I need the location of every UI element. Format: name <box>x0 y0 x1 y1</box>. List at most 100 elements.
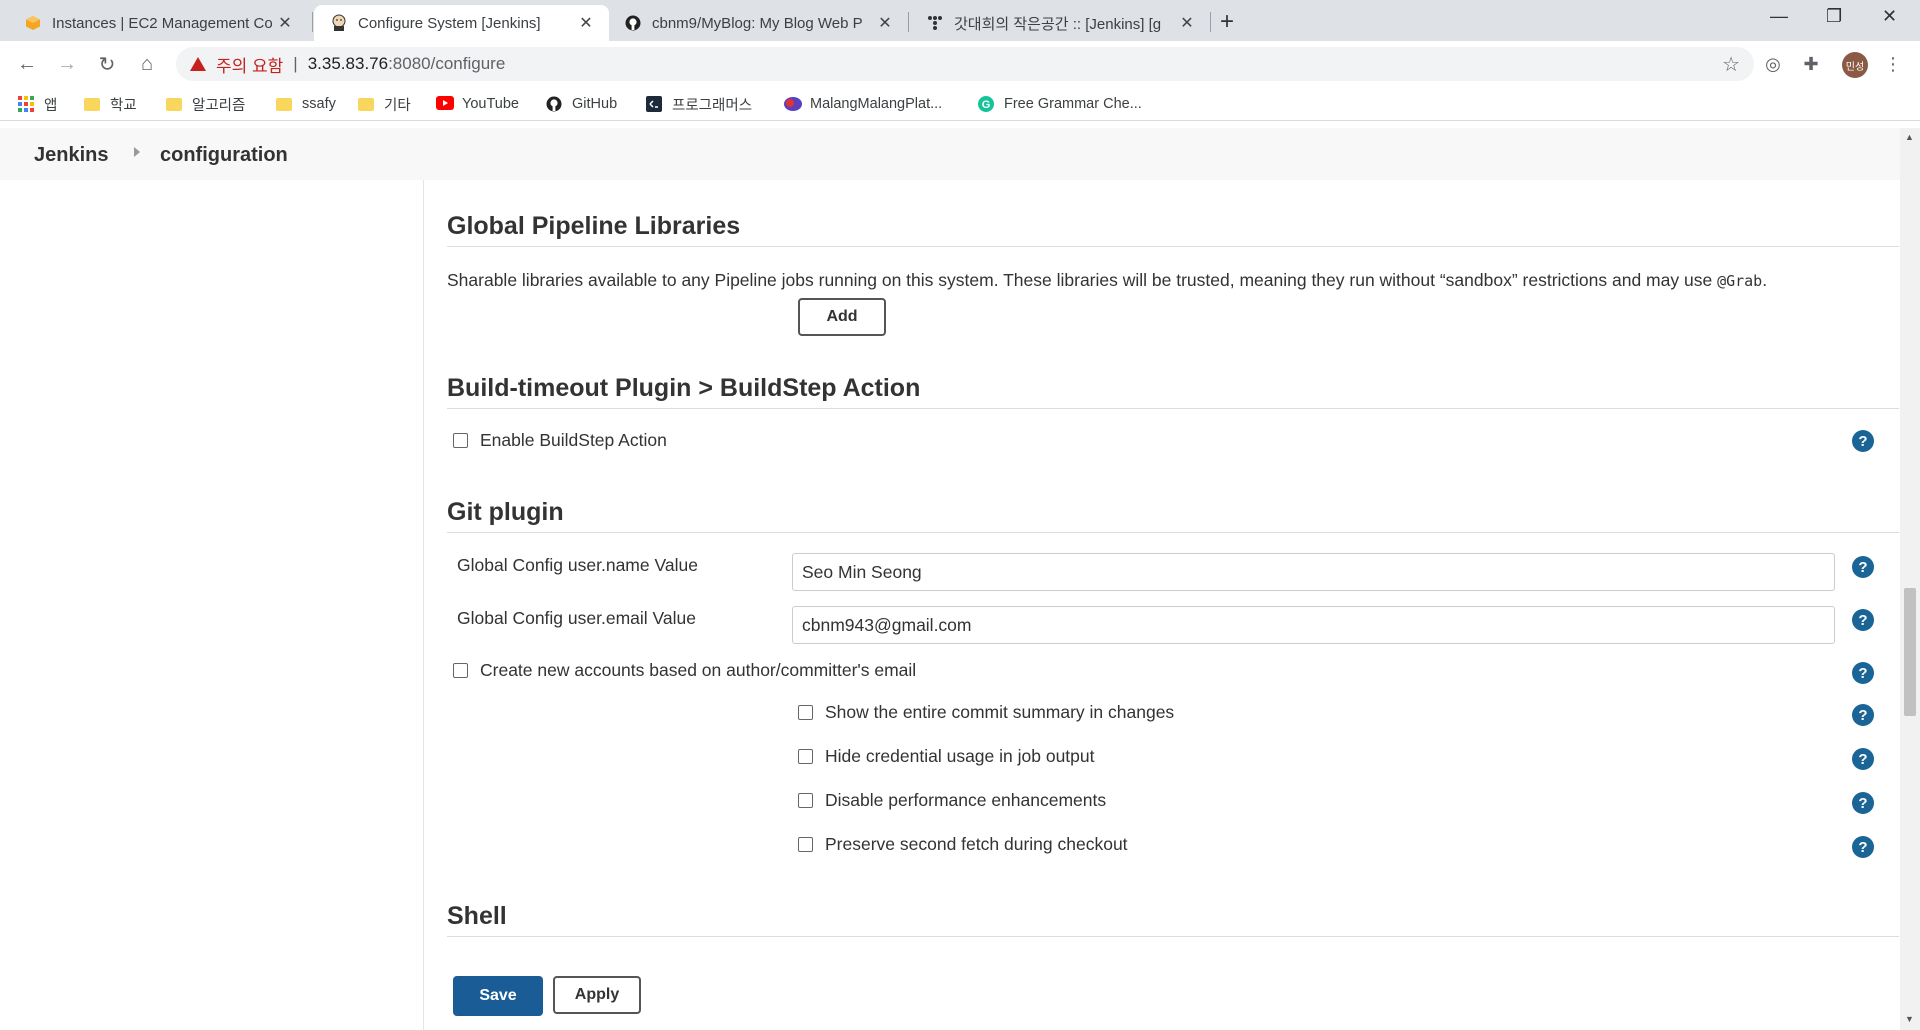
bookmark-grammarly[interactable]: G Free Grammar Che... <box>978 93 1142 115</box>
section-divider <box>447 532 1899 533</box>
page-scrollbar[interactable]: ▲ ▼ <box>1900 128 1920 1030</box>
create-accounts-option[interactable]: Create new accounts based on author/comm… <box>453 660 916 681</box>
help-icon[interactable]: ? <box>1852 792 1874 814</box>
show-commit-summary-option[interactable]: Show the entire commit summary in change… <box>798 702 1174 723</box>
section-divider <box>447 408 1899 409</box>
tab-ec2-instances[interactable]: Instances | EC2 Management Co ✕ <box>8 5 308 41</box>
disable-performance-checkbox[interactable] <box>798 793 813 808</box>
tab-blog-jenkins[interactable]: 갓대희의 작은공간 :: [Jenkins] [g ✕ <box>910 5 1210 41</box>
warning-icon <box>190 57 206 71</box>
git-username-label: Global Config user.name Value <box>457 555 698 575</box>
apply-button[interactable]: Apply <box>553 976 641 1014</box>
show-commit-summary-checkbox[interactable] <box>798 705 813 720</box>
git-email-field[interactable]: cbnm943@gmail.com <box>792 606 1835 644</box>
section-title-git-plugin: Git plugin <box>447 498 564 526</box>
close-icon[interactable]: ✕ <box>876 13 894 33</box>
grab-code: @Grab <box>1717 272 1763 290</box>
section-divider <box>447 246 1899 247</box>
scrollbar-thumb[interactable] <box>1904 588 1916 716</box>
section-divider <box>447 936 1899 937</box>
hide-credential-checkbox[interactable] <box>798 749 813 764</box>
tab-divider <box>1210 12 1211 32</box>
help-icon[interactable]: ? <box>1852 704 1874 726</box>
close-icon[interactable]: ✕ <box>1178 13 1196 33</box>
save-button[interactable]: Save <box>453 976 543 1016</box>
new-tab-button[interactable]: + <box>1220 8 1234 36</box>
enable-buildstep-action[interactable]: Enable BuildStep Action <box>453 430 667 451</box>
github-icon <box>624 14 642 32</box>
breadcrumb-jenkins[interactable]: Jenkins <box>34 144 108 167</box>
tab-divider <box>312 12 313 32</box>
bookmarks-bar: 앱 학교 알고리즘 ssafy 기타 YouTube GitHub 프로그래머스 <box>0 87 1920 121</box>
extension-icon[interactable]: ◎ <box>1762 53 1784 75</box>
forward-button[interactable]: → <box>52 49 82 79</box>
description-text: Sharable libraries available to any Pipe… <box>447 270 1718 290</box>
help-icon[interactable]: ? <box>1852 609 1874 631</box>
bookmark-label: YouTube <box>462 96 519 112</box>
bookmark-label: 학교 <box>110 97 137 114</box>
bookmark-programmers[interactable]: 프로그래머스 <box>646 93 752 115</box>
bookmark-youtube[interactable]: YouTube <box>436 93 519 115</box>
tab-github-myblog[interactable]: cbnm9/MyBlog: My Blog Web P ✕ <box>608 5 908 41</box>
preserve-fetch-option[interactable]: Preserve second fetch during checkout <box>798 834 1128 855</box>
security-warning[interactable]: 주의 요함 <box>216 52 283 77</box>
folder-icon <box>276 97 292 111</box>
preserve-fetch-checkbox[interactable] <box>798 837 813 852</box>
bookmark-school[interactable]: 학교 <box>84 93 137 115</box>
tab-configure-system[interactable]: Configure System [Jenkins] ✕ <box>314 5 609 41</box>
checkbox-label: Preserve second fetch during checkout <box>825 834 1128 854</box>
grammarly-icon: G <box>978 96 994 112</box>
url-host: 3.35.83.76 <box>307 54 389 73</box>
window-close-button[interactable]: ✕ <box>1882 6 1897 27</box>
bookmark-malang[interactable]: MalangMalangPlat... <box>784 93 942 115</box>
address-bar[interactable]: 주의 요함 | 3.35.83.76:8080/configure ☆ <box>176 47 1754 81</box>
disable-performance-option[interactable]: Disable performance enhancements <box>798 790 1106 811</box>
minimize-button[interactable]: — <box>1770 6 1788 27</box>
puzzle-icon[interactable]: ✚ <box>1800 53 1822 75</box>
scroll-down-arrow-icon[interactable]: ▼ <box>1905 1014 1914 1024</box>
home-button[interactable]: ⌂ <box>132 49 162 79</box>
reload-button[interactable]: ↻ <box>92 49 122 79</box>
avatar[interactable]: 민성 <box>1842 52 1868 78</box>
create-accounts-checkbox[interactable] <box>453 663 468 678</box>
bookmark-label: 프로그래머스 <box>672 97 753 114</box>
git-username-field[interactable]: Seo Min Seong <box>792 553 1835 591</box>
scroll-up-arrow-icon[interactable]: ▲ <box>1905 132 1914 142</box>
malang-icon <box>784 96 802 112</box>
section-title-shell: Shell <box>447 902 507 930</box>
help-icon[interactable]: ? <box>1852 836 1874 858</box>
breadcrumb: Jenkins configuration <box>0 128 1900 180</box>
bookmark-label: GitHub <box>572 96 618 112</box>
bookmark-label: ssafy <box>302 96 336 112</box>
restore-button[interactable]: ❐ <box>1826 6 1842 27</box>
bookmark-apps[interactable]: 앱 <box>18 93 57 115</box>
tab-title: Instances | EC2 Management Co <box>52 14 273 32</box>
bookmark-etc[interactable]: 기타 <box>358 93 411 115</box>
checkbox-label: Enable BuildStep Action <box>480 430 667 450</box>
tab-title: cbnm9/MyBlog: My Blog Web P <box>652 14 863 32</box>
hide-credential-option[interactable]: Hide credential usage in job output <box>798 746 1095 767</box>
apps-grid-icon <box>18 96 34 112</box>
close-icon[interactable]: ✕ <box>577 13 595 33</box>
help-icon[interactable]: ? <box>1852 430 1874 452</box>
folder-icon <box>358 97 374 111</box>
help-icon[interactable]: ? <box>1852 662 1874 684</box>
tab-divider <box>908 12 909 32</box>
help-icon[interactable]: ? <box>1852 556 1874 578</box>
bookmark-github[interactable]: GitHub <box>546 93 617 115</box>
bookmark-label: MalangMalangPlat... <box>810 96 943 112</box>
enable-buildstep-checkbox[interactable] <box>453 433 468 448</box>
close-icon[interactable]: ✕ <box>276 13 294 33</box>
programmers-icon <box>646 96 662 112</box>
checkbox-label: Hide credential usage in job output <box>825 746 1095 766</box>
back-button[interactable]: ← <box>12 49 42 79</box>
help-icon[interactable]: ? <box>1852 748 1874 770</box>
breadcrumb-configuration[interactable]: configuration <box>160 144 288 167</box>
breadcrumb-separator-icon <box>134 147 140 157</box>
bookmark-ssafy[interactable]: ssafy <box>276 93 336 115</box>
tab-title: 갓대희의 작은공간 :: [Jenkins] [g <box>954 15 1162 33</box>
add-library-button[interactable]: Add <box>798 298 886 336</box>
menu-dots-icon[interactable]: ⋮ <box>1882 53 1904 75</box>
bookmark-star-icon[interactable]: ☆ <box>1722 52 1740 77</box>
bookmark-algorithm[interactable]: 알고리즘 <box>166 93 245 115</box>
